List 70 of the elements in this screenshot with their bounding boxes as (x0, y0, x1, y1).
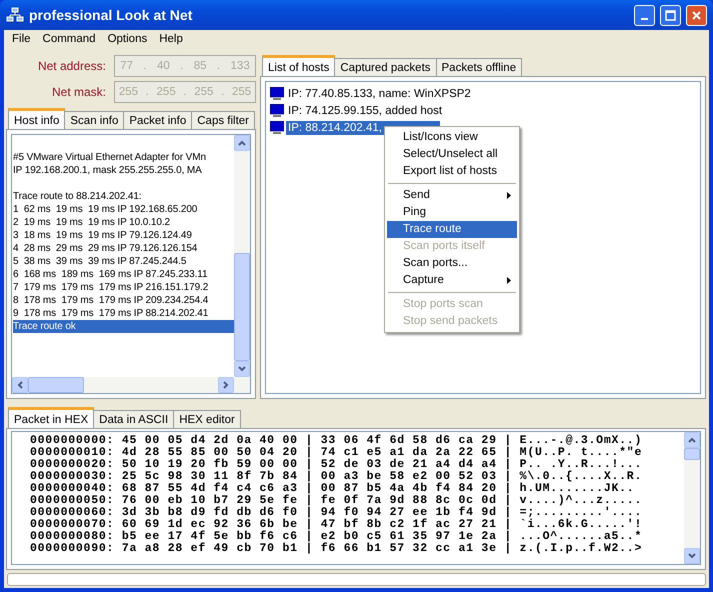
menu-item[interactable]: Trace route (387, 220, 517, 238)
tab[interactable]: List of hosts (262, 54, 336, 76)
info-line: 4 28 ms 29 ms 29 ms IP 79.126.126.154 (13, 242, 198, 255)
menu-item[interactable]: Help (153, 32, 189, 45)
horizontal-scrollbar[interactable] (12, 377, 250, 394)
tab[interactable]: HEX editor (173, 410, 241, 428)
menu-item[interactable]: Scan ports... (387, 254, 517, 272)
menu-item[interactable]: Export list of hosts (387, 162, 517, 180)
menu-item[interactable]: Select/Unselect all (387, 146, 517, 163)
info-line: 8 178 ms 179 ms 179 ms IP 209.234.254.4 (13, 294, 210, 307)
maximize-icon (665, 10, 676, 20)
host-item[interactable]: IP: 77.40.85.133, name: WinXPSP2 (286, 87, 473, 102)
tab[interactable]: Scan info (64, 110, 124, 129)
tab[interactable]: Packets offline (436, 58, 522, 76)
monitor-icon (270, 104, 284, 118)
info-line: 3 18 ms 19 ms 19 ms IP 79.126.124.49 (13, 228, 193, 242)
info-line: Trace route to 88.214.202.41: (13, 190, 142, 203)
hex-row-text: 0000000020: 50 10 19 20 fb 59 00 00 | 52 de 03 de 21 a4 d4 a4 | P.. .Y..R...!... (30, 459, 644, 472)
vertical-scrollbar[interactable] (684, 432, 700, 564)
tab[interactable]: Packet info (123, 110, 192, 129)
hex-row-text: 0000000050: 76 00 eb 10 b7 29 5e fe | fe 0f 7a 9d 88 8c 0c 0d | v....)^...z..... (30, 495, 644, 508)
tab[interactable]: Host info (8, 108, 66, 129)
hex-row-text: 0000000070: 60 69 1d ec 92 36 6b be | 47 bf 8b c2 1f ac 27 21 | `i...6k.G.....'! (30, 519, 644, 532)
vertical-scrollbar[interactable] (234, 134, 250, 378)
field-label: Net mask: (50, 84, 107, 99)
tab[interactable]: Data in ASCII (93, 410, 174, 428)
tab[interactable]: Packet in HEX (8, 407, 94, 428)
menu-item[interactable]: Command (36, 32, 102, 45)
scroll-right-button[interactable] (218, 377, 234, 394)
network-icon (6, 7, 24, 23)
scrollbar-thumb[interactable] (28, 377, 84, 394)
hex-row-text: 0000000080: b5 ee 17 4f 5e bb f6 c6 | e2 b0 c5 61 35 97 1e 2a | ...O^......a5..* (30, 531, 644, 544)
info-line: 9 178 ms 179 ms 179 ms IP 88.214.202.41 (13, 306, 210, 320)
minimize-icon (641, 18, 648, 20)
info-line: 6 168 ms 189 ms 169 ms IP 87.245.233.11 (13, 268, 208, 281)
scroll-down-button[interactable] (234, 361, 250, 378)
scroll-up-button[interactable] (234, 134, 250, 151)
scroll-up-button[interactable] (684, 432, 700, 448)
tab[interactable]: Caps filter (191, 110, 256, 129)
window-title: professional Look at Net (29, 7, 194, 23)
info-line: 1 62 ms 19 ms 19 ms IP 192.168.65.200 (13, 202, 198, 216)
maximize-button[interactable] (660, 4, 681, 26)
hex-row-text: 0000000010: 4d 28 55 85 00 50 04 20 | 74 c1 e5 a1 da 2a 22 65 | M(U..P. t....*"e (30, 447, 644, 460)
menu-item[interactable]: Send (387, 186, 517, 204)
minimize-button[interactable] (634, 4, 655, 26)
info-line: 7 179 ms 179 ms 179 ms IP 216.151.179.2 (13, 280, 210, 294)
field-label: Net address: (36, 58, 107, 73)
info-line: #5 VMware Virtual Ethernet Adapter for VMn (13, 150, 207, 164)
menu-item[interactable]: Options (102, 32, 154, 45)
scrollbar-thumb[interactable] (234, 253, 250, 362)
scroll-down-button[interactable] (684, 548, 700, 564)
scroll-left-button[interactable] (12, 377, 28, 394)
info-line: 5 38 ms 39 ms 39 ms IP 87.245.244.5 (13, 254, 188, 268)
close-button[interactable] (686, 4, 707, 26)
menu-item[interactable]: Capture (387, 272, 517, 289)
hex-row-text: 0000000000: 45 00 05 d4 2d 0a 40 00 | 33 06 4f 6d 58 d6 ca 29 | E...-.@.3.OmX..) (30, 435, 644, 448)
hex-row-text: 0000000090: 7a a8 28 ef 49 cb 70 b1 | f6 66 b1 57 32 cc a1 3e | z.(.I.p..f.W2..> (30, 543, 644, 556)
info-line: 2 19 ms 19 ms 19 ms IP 10.0.10.2 (13, 216, 171, 229)
info-line: IP 192.168.200.1, mask 255.255.255.0, MA (13, 164, 203, 177)
menu-item[interactable]: File (6, 32, 37, 45)
close-icon (691, 10, 702, 20)
menu-item[interactable]: Ping (387, 204, 517, 221)
hex-row-text: 0000000030: 25 5c 98 30 11 8f 7b 84 | 00 a3 be 58 e2 00 52 03 | %\.0..{....X..R. (30, 471, 644, 484)
scrollbar-thumb[interactable] (684, 448, 700, 460)
tab[interactable]: Captured packets (334, 58, 437, 76)
monitor-icon (270, 121, 284, 136)
host-item[interactable]: IP: 74.125.99.155, added host (286, 104, 444, 118)
hex-row-text: 0000000040: 68 87 55 4d f4 c4 c6 a3 | 00 87 b5 4a 4b f4 84 20 | h.UM.......JK.. (30, 483, 634, 496)
monitor-icon (270, 87, 284, 102)
hex-row-text: 0000000060: 3d 3b b8 d9 fd db d6 f0 | 94 f0 94 27 ee 1b f4 9d | =;.........'.... (30, 507, 644, 520)
